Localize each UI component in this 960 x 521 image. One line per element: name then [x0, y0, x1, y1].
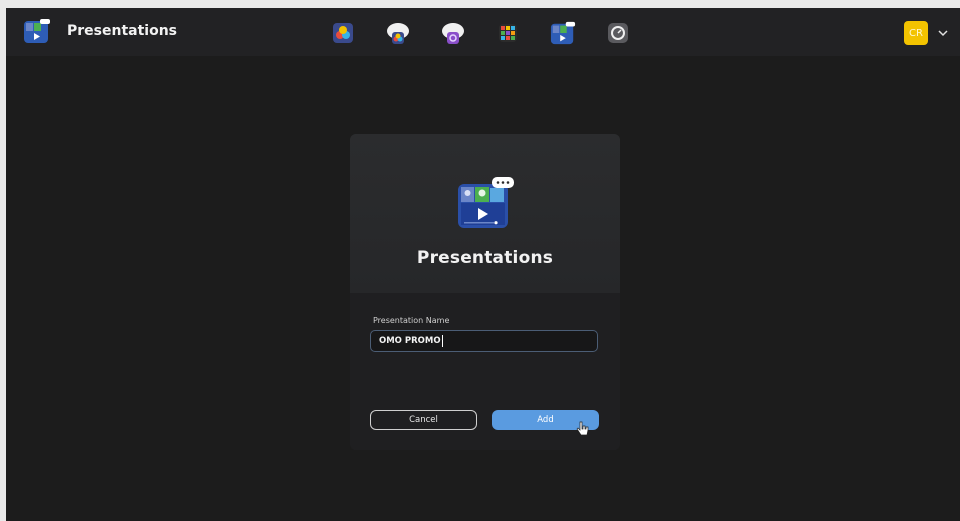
dialog-title: Presentations: [416, 248, 554, 268]
app-window: Presentations CR Presentations Presentat…: [6, 8, 960, 521]
presentations-icon[interactable]: [548, 18, 578, 48]
presentations-icon: [456, 174, 514, 230]
cloud-resolve-icon[interactable]: [383, 18, 413, 48]
settings-icon[interactable]: [603, 18, 633, 48]
dialog-header: Presentations: [350, 134, 620, 293]
media-grid-icon[interactable]: [493, 18, 523, 48]
text-caret: [441, 335, 443, 347]
cancel-button[interactable]: Cancel: [370, 410, 477, 430]
chevron-down-icon[interactable]: [936, 25, 950, 39]
presentation-name-value: OMO PROMO: [379, 336, 441, 346]
new-presentation-dialog: Presentations Presentation Name OMO PROM…: [350, 134, 620, 450]
presentations-icon[interactable]: [23, 17, 51, 45]
cloud-storage-icon[interactable]: [438, 18, 468, 48]
presentation-name-label: Presentation Name: [373, 316, 450, 325]
top-bar: Presentations CR: [6, 8, 960, 56]
davinci-resolve-icon[interactable]: [328, 18, 358, 48]
app-launcher-bar: [328, 18, 633, 48]
dialog-body: Presentation Name OMO PROMO Cancel Add: [350, 293, 620, 450]
app-title: Presentations: [67, 23, 178, 39]
presentation-name-input[interactable]: OMO PROMO: [370, 330, 598, 352]
hand-cursor-icon: [576, 421, 590, 437]
user-avatar[interactable]: CR: [904, 21, 928, 45]
